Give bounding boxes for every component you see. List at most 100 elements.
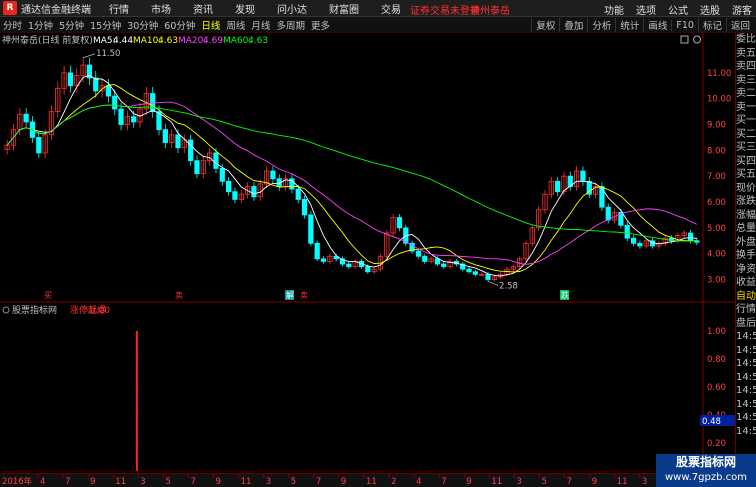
menu-wealth[interactable]: 财富圈 xyxy=(329,1,359,16)
ma5-value: 4.44 xyxy=(113,36,133,46)
right-panel-item: 行情 xyxy=(736,304,756,315)
x-axis-label: 4 xyxy=(40,477,45,487)
chart-svg[interactable]: 11.00 10.00 9.00 8.00 7.00 6.00 5.00 4.00 3.00 1.… xyxy=(0,33,735,473)
x-axis-label: 9 xyxy=(466,477,471,487)
ma20-value: 4.69 xyxy=(203,36,223,46)
x-axis-label: 5 xyxy=(291,477,296,487)
close-icon[interactable] xyxy=(693,35,701,44)
f10-button[interactable]: F10 xyxy=(671,19,698,31)
period-multi[interactable]: 多周期 xyxy=(273,18,308,32)
right-panel-item: 盘后 xyxy=(736,317,756,329)
indicator-y-tick-label: 1.00 xyxy=(707,327,726,337)
period-15min[interactable]: 15分钟 xyxy=(87,18,124,32)
low-price-leader xyxy=(487,281,499,286)
indicator-y-tick-label: 0.60 xyxy=(707,383,726,393)
x-axis-label: 7 xyxy=(65,477,70,487)
high-price-leader xyxy=(82,53,96,59)
x-axis-label: 2 xyxy=(391,477,396,487)
candle-body xyxy=(67,72,74,87)
candle-body xyxy=(36,137,42,154)
candle-body xyxy=(150,93,156,112)
main-y-tick-label: 5.00 xyxy=(707,224,726,234)
signal-sell-2: 卖 xyxy=(300,291,308,300)
candle-body xyxy=(23,113,29,123)
x-axis-label: 11 xyxy=(115,477,126,487)
right-panel-item: 卖五 xyxy=(736,47,756,59)
candle-body xyxy=(485,273,491,280)
menu-market[interactable]: 市场 xyxy=(151,1,171,16)
draw-line-button[interactable]: 画线 xyxy=(643,18,671,32)
right-quote-panel: 委比 卖五 卖四 卖三 卖二 卖一 买一 买二 买三 买四 买五 现价 涨跌 涨幅 总量 外盘 换手 净资 收益 自动… xyxy=(735,33,756,473)
period-toolbar: 分时 1分钟 5分钟 15分钟 30分钟 60分钟 日线 周线 月线 多周期 更… xyxy=(0,17,756,33)
statistics-button[interactable]: 统计 xyxy=(615,18,643,32)
x-axis-label: 9 xyxy=(592,477,597,487)
candle-body xyxy=(605,206,611,221)
restore-rights-button[interactable]: 复权 xyxy=(531,18,559,32)
x-axis-label: 3 xyxy=(642,477,647,487)
x-axis-label: 2016年 xyxy=(2,476,33,487)
candle-body xyxy=(599,186,605,208)
x-axis-label: 11 xyxy=(617,477,628,487)
ma-line xyxy=(6,104,697,242)
x-axis-label: 3 xyxy=(266,477,271,487)
x-axis-label: 9 xyxy=(216,477,221,487)
period-60min[interactable]: 60分钟 xyxy=(161,18,198,32)
x-axis-label: 9 xyxy=(341,477,346,487)
analysis-button[interactable]: 分析 xyxy=(587,18,615,32)
period-monthly[interactable]: 月线 xyxy=(248,18,273,32)
period-intraday[interactable]: 分时 xyxy=(0,18,25,32)
period-more[interactable]: 更多 xyxy=(308,18,333,32)
period-1min[interactable]: 1分钟 xyxy=(25,18,56,32)
candle-body xyxy=(434,258,441,265)
right-panel-item: 换手 xyxy=(736,250,756,261)
candle-body xyxy=(472,271,478,275)
candle-body xyxy=(320,258,327,262)
menu-stock-picker[interactable]: 选股 xyxy=(700,2,720,17)
menu-news[interactable]: 资讯 xyxy=(193,1,213,16)
period-5min[interactable]: 5分钟 xyxy=(56,18,87,32)
grid-layer xyxy=(0,33,735,473)
menu-quotes[interactable]: 行情 xyxy=(109,1,129,16)
candle-body xyxy=(687,232,694,242)
candle-body xyxy=(422,255,428,262)
candle-body xyxy=(175,134,181,149)
low-price-label: 2.58 xyxy=(499,281,518,291)
candle-body xyxy=(346,263,352,267)
candle-body xyxy=(308,214,314,244)
right-panel-item: 涨跌 xyxy=(736,196,756,207)
main-y-tick-label: 3.00 xyxy=(707,276,726,286)
right-panel-item: 14:50 xyxy=(736,331,756,342)
x-axis-label: 5 xyxy=(542,477,547,487)
watermark-title: 股票指标网 xyxy=(675,455,736,469)
right-panel-item: 买五 xyxy=(736,169,756,180)
candle-body xyxy=(441,263,447,267)
menu-guest[interactable]: 游客 xyxy=(732,2,752,17)
indicator-title: 股票指标网 xyxy=(12,304,57,316)
title-right-menu: 功能 选项 公式 选股 游客 xyxy=(604,2,752,17)
chart-area[interactable]: 11.00 10.00 9.00 8.00 7.00 6.00 5.00 4.00 3.00 1.… xyxy=(0,33,735,473)
overlay-button[interactable]: 叠加 xyxy=(559,18,587,32)
indicator-toggle-icon[interactable] xyxy=(2,306,10,314)
high-price-label: 11.50 xyxy=(96,49,120,59)
period-daily[interactable]: 日线 xyxy=(198,18,223,32)
menu-function[interactable]: 功能 xyxy=(604,2,624,17)
right-panel-item: 外盘 xyxy=(736,236,756,248)
menu-ask[interactable]: 问小达 xyxy=(277,1,307,16)
period-30min[interactable]: 30分钟 xyxy=(124,18,161,32)
right-panel-item: 自动 xyxy=(736,290,756,302)
x-axis-label: 11 xyxy=(241,477,252,487)
period-weekly[interactable]: 周线 xyxy=(223,18,248,32)
candle-body xyxy=(194,160,200,174)
menu-options[interactable]: 选项 xyxy=(636,2,656,17)
restore-icon[interactable] xyxy=(680,35,689,44)
watermark-url: www.7gpzb.com xyxy=(665,472,747,483)
menu-discover[interactable]: 发现 xyxy=(235,1,255,16)
right-panel-item: 卖一 xyxy=(736,101,756,113)
menu-trade[interactable]: 交易 xyxy=(381,1,401,16)
right-panel-item: 现价 xyxy=(736,182,756,194)
menu-formula[interactable]: 公式 xyxy=(668,2,688,17)
mark-button[interactable]: 标记 xyxy=(697,18,726,32)
indicator-y-tick-label: 0.80 xyxy=(707,355,726,365)
back-button[interactable]: 返回 xyxy=(725,18,754,32)
candle-body xyxy=(118,108,124,125)
